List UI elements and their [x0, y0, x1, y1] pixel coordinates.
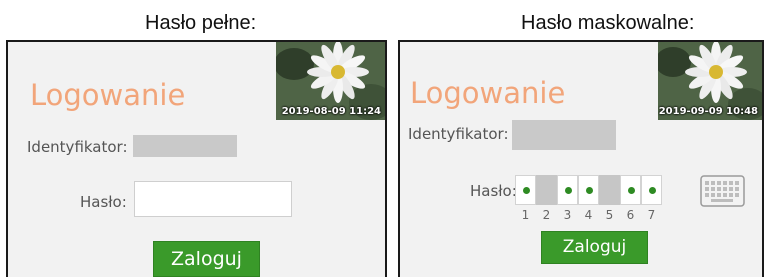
login-panel-masked-password: Logowanie 2019-09-09 10:48 Identyfikator… — [398, 40, 764, 277]
password-char-box[interactable] — [578, 175, 599, 205]
password-position-number: 6 — [626, 208, 635, 222]
password-char-box — [536, 175, 557, 205]
filled-dot-icon — [628, 187, 635, 194]
login-panel-full-password: Logowanie 2019-08-09 11:24 Identyfikator… — [6, 40, 387, 277]
identifier-label: Identyfikator: — [27, 138, 128, 156]
login-button[interactable]: Zaloguj — [541, 231, 648, 264]
login-title: Logowanie — [30, 78, 186, 112]
password-position-number: 3 — [563, 208, 572, 222]
daisy-photo: 2019-08-09 11:24 — [276, 42, 385, 120]
password-char-box[interactable] — [641, 175, 662, 205]
password-input[interactable] — [134, 181, 292, 217]
filled-dot-icon — [649, 187, 656, 194]
password-char-box[interactable] — [557, 175, 578, 205]
password-position-number: 4 — [584, 208, 593, 222]
password-char-box — [599, 175, 620, 205]
daisy-photo: 2019-09-09 10:48 — [658, 42, 762, 120]
virtual-keyboard-icon[interactable] — [700, 175, 745, 207]
password-label: Hasło: — [470, 182, 517, 200]
password-position-number: 1 — [521, 208, 530, 222]
caption-full-password: Hasło pełne: — [145, 12, 257, 34]
password-char-box[interactable] — [515, 175, 536, 205]
filled-dot-icon — [586, 187, 593, 194]
identifier-value — [133, 135, 237, 157]
login-button[interactable]: Zaloguj — [153, 241, 260, 277]
identifier-value — [512, 120, 616, 150]
filled-dot-icon — [523, 187, 530, 194]
password-label: Hasło: — [80, 193, 127, 211]
filled-dot-icon — [565, 187, 572, 194]
login-title: Logowanie — [410, 76, 566, 110]
password-char-box[interactable] — [620, 175, 641, 205]
caption-masked-password: Hasło maskowalne: — [521, 12, 695, 34]
photo-timestamp: 2019-08-09 11:24 — [281, 106, 381, 117]
password-position-number: 5 — [605, 208, 614, 222]
password-position-number: 2 — [542, 208, 551, 222]
password-position-number: 7 — [647, 208, 656, 222]
identifier-label: Identyfikator: — [408, 125, 509, 143]
photo-timestamp: 2019-09-09 10:48 — [658, 106, 758, 117]
